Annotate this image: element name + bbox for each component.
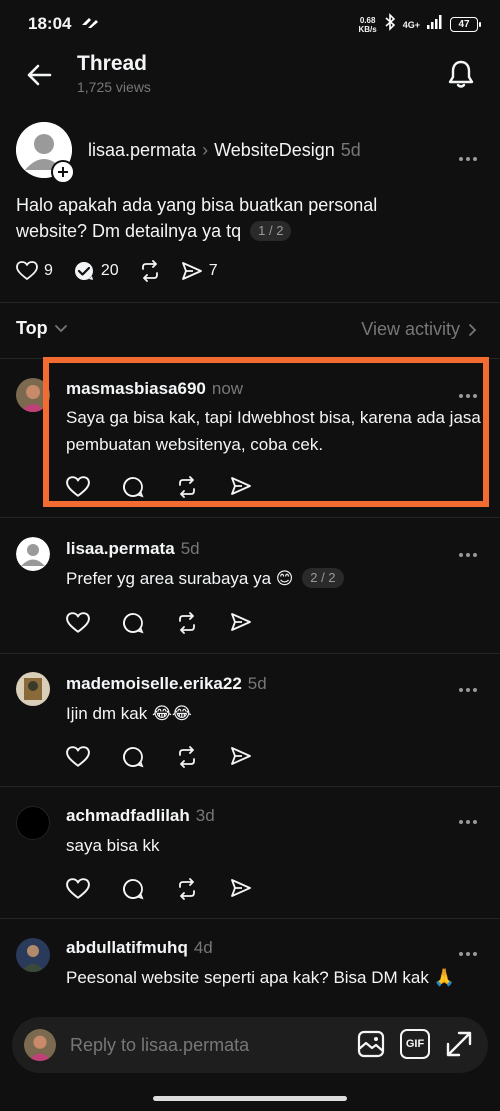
share-count: 7	[208, 262, 218, 279]
send-icon	[181, 262, 202, 280]
divider	[0, 918, 500, 919]
network-speed: 0.68 KB/s	[358, 15, 377, 34]
reply-time: 5d	[247, 674, 267, 693]
chevron-right-icon: ›	[202, 140, 209, 160]
comment-icon[interactable]	[122, 612, 144, 634]
thread-pager: 1 / 2	[250, 221, 292, 241]
user-photo-icon	[16, 938, 50, 972]
sort-dropdown[interactable]: Top	[16, 318, 68, 339]
plus-icon	[58, 167, 68, 177]
post-actions: 9 20 7	[16, 260, 238, 282]
send-icon[interactable]	[230, 878, 252, 898]
signal-icon	[427, 15, 443, 34]
heart-icon	[16, 261, 38, 280]
bell-icon	[448, 60, 474, 88]
more-icon	[459, 820, 477, 824]
divider	[0, 302, 500, 303]
divider	[0, 786, 500, 787]
reply-body: saya bisa kk	[66, 836, 160, 855]
view-activity-link[interactable]: View activity	[361, 319, 478, 340]
more-icon	[459, 688, 477, 692]
network-type: 4G+	[402, 19, 420, 30]
reply-username[interactable]: mademoiselle.erika22	[66, 674, 242, 694]
divider	[0, 517, 500, 518]
sort-bar: Top View activity	[0, 318, 500, 344]
expand-icon[interactable]	[444, 1029, 474, 1059]
user-photo-icon	[16, 672, 50, 706]
reply-more-button[interactable]	[458, 944, 478, 962]
reply-more-button[interactable]	[458, 545, 478, 563]
heart-icon[interactable]	[66, 878, 90, 900]
replied-icon	[74, 262, 93, 281]
post-more-button[interactable]	[458, 149, 478, 167]
post-body: Halo apakah ada yang bisa buatkan person…	[16, 195, 378, 241]
post-username[interactable]: lisaa.permata	[88, 140, 196, 161]
chevron-right-icon	[469, 323, 477, 336]
gif-button[interactable]: GIF	[400, 1029, 430, 1059]
reply-username[interactable]: achmadfadlilah	[66, 806, 190, 826]
image-icon[interactable]	[356, 1029, 386, 1059]
highlight-box	[43, 357, 489, 507]
avatar[interactable]	[16, 806, 50, 840]
community-name[interactable]: WebsiteDesign	[214, 140, 335, 161]
status-time: 18:04	[28, 14, 72, 33]
home-indicator[interactable]	[153, 1096, 347, 1101]
heart-icon[interactable]	[66, 612, 90, 634]
user-photo-icon	[24, 1029, 56, 1061]
page-title: Thread	[77, 52, 148, 75]
reply-username[interactable]: lisaa.permata	[66, 539, 175, 559]
avatar	[24, 1029, 56, 1061]
reply-username[interactable]: abdullatifmuhq	[66, 938, 188, 958]
send-icon[interactable]	[230, 746, 252, 766]
reply-count-button[interactable]: 20	[73, 260, 119, 282]
reply-composer[interactable]: Reply to lisaa.permata GIF	[12, 1017, 488, 1073]
avatar[interactable]	[16, 938, 50, 972]
reply-count: 20	[100, 262, 119, 279]
repost-icon[interactable]	[176, 878, 198, 900]
view-count: 1,725 views	[77, 79, 151, 95]
reply-input[interactable]: Reply to lisaa.permata	[70, 1035, 249, 1056]
thread-header: Thread 1,725 views	[0, 46, 500, 106]
bluetooth-icon	[384, 13, 396, 36]
follow-button[interactable]	[51, 160, 75, 184]
arrow-left-icon	[27, 64, 52, 86]
comment-icon[interactable]	[122, 746, 144, 768]
reply-time: 5d	[180, 539, 200, 558]
repost-button[interactable]	[139, 260, 161, 282]
more-icon	[459, 553, 477, 557]
more-icon	[459, 952, 477, 956]
notifications-button[interactable]	[446, 58, 476, 90]
reply-time: 3d	[195, 806, 215, 825]
status-bar: 18:04 0.68 KB/s 4G+ 47	[0, 0, 500, 46]
reply-body: Peesonal website seperti apa kak? Bisa D…	[66, 968, 455, 987]
repost-icon	[141, 260, 158, 282]
repost-icon[interactable]	[176, 612, 198, 634]
like-button[interactable]: 9	[16, 261, 53, 281]
divider	[0, 653, 500, 654]
repost-icon[interactable]	[176, 746, 198, 768]
heart-icon[interactable]	[66, 746, 90, 768]
more-icon	[459, 157, 477, 161]
chevron-down-icon	[54, 324, 67, 332]
reply-more-button[interactable]	[458, 812, 478, 830]
default-avatar-icon	[16, 537, 50, 571]
reply-body: Prefer yg area surabaya ya 😊 2 / 2	[66, 565, 484, 592]
thread-pager: 2 / 2	[302, 568, 344, 588]
post-time: 5d	[340, 140, 361, 160]
reply-body: Ijin dm kak 😂😂	[66, 704, 192, 723]
avatar[interactable]	[16, 537, 50, 571]
share-button[interactable]: 7	[181, 261, 218, 281]
reply-time: 4d	[193, 938, 213, 957]
back-button[interactable]	[24, 60, 54, 90]
reply-more-button[interactable]	[458, 680, 478, 698]
send-icon[interactable]	[230, 612, 252, 632]
like-count: 9	[44, 262, 53, 279]
comment-icon[interactable]	[122, 878, 144, 900]
battery-icon: 47	[450, 17, 481, 32]
avatar[interactable]	[16, 672, 50, 706]
app-status-icon	[80, 15, 100, 36]
